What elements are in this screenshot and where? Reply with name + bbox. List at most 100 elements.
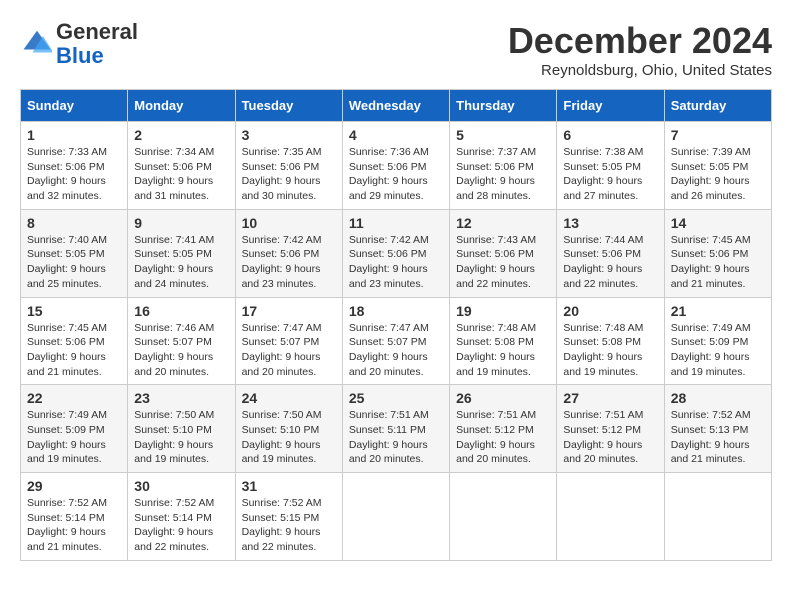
- weekday-header: Friday: [557, 90, 664, 122]
- day-number: 5: [456, 127, 550, 143]
- location: Reynoldsburg, Ohio, United States: [508, 62, 772, 79]
- day-info: Sunrise: 7:43 AMSunset: 5:06 PMDaylight:…: [456, 233, 550, 292]
- day-info: Sunrise: 7:49 AMSunset: 5:09 PMDaylight:…: [671, 321, 765, 380]
- day-number: 6: [563, 127, 657, 143]
- calendar-cell: 28 Sunrise: 7:52 AMSunset: 5:13 PMDayligh…: [664, 385, 771, 473]
- weekday-header: Monday: [128, 90, 235, 122]
- calendar-cell: 10 Sunrise: 7:42 AMSunset: 5:06 PMDayligh…: [235, 209, 342, 297]
- day-info: Sunrise: 7:45 AMSunset: 5:06 PMDaylight:…: [27, 321, 121, 380]
- calendar-cell: 6 Sunrise: 7:38 AMSunset: 5:05 PMDaylight…: [557, 122, 664, 210]
- day-info: Sunrise: 7:35 AMSunset: 5:06 PMDaylight:…: [242, 145, 336, 204]
- day-number: 31: [242, 478, 336, 494]
- day-number: 14: [671, 215, 765, 231]
- day-number: 7: [671, 127, 765, 143]
- day-number: 23: [134, 390, 228, 406]
- calendar-cell: [664, 473, 771, 561]
- day-number: 10: [242, 215, 336, 231]
- day-number: 20: [563, 303, 657, 319]
- calendar-table: SundayMondayTuesdayWednesdayThursdayFrid…: [20, 89, 772, 561]
- calendar-week-row: 8 Sunrise: 7:40 AMSunset: 5:05 PMDaylight…: [21, 209, 772, 297]
- calendar-week-row: 15 Sunrise: 7:45 AMSunset: 5:06 PMDayligh…: [21, 297, 772, 385]
- day-info: Sunrise: 7:39 AMSunset: 5:05 PMDaylight:…: [671, 145, 765, 204]
- day-info: Sunrise: 7:48 AMSunset: 5:08 PMDaylight:…: [563, 321, 657, 380]
- day-info: Sunrise: 7:47 AMSunset: 5:07 PMDaylight:…: [242, 321, 336, 380]
- day-info: Sunrise: 7:50 AMSunset: 5:10 PMDaylight:…: [134, 408, 228, 467]
- day-info: Sunrise: 7:46 AMSunset: 5:07 PMDaylight:…: [134, 321, 228, 380]
- day-info: Sunrise: 7:41 AMSunset: 5:05 PMDaylight:…: [134, 233, 228, 292]
- day-info: Sunrise: 7:50 AMSunset: 5:10 PMDaylight:…: [242, 408, 336, 467]
- weekday-header: Wednesday: [342, 90, 449, 122]
- day-number: 26: [456, 390, 550, 406]
- day-info: Sunrise: 7:51 AMSunset: 5:12 PMDaylight:…: [563, 408, 657, 467]
- calendar-cell: 22Sunrise: 7:49 AMSunset: 5:09 PMDayligh…: [21, 385, 128, 473]
- calendar-cell: 20 Sunrise: 7:48 AMSunset: 5:08 PMDayligh…: [557, 297, 664, 385]
- month-title: December 2024: [508, 20, 772, 62]
- calendar-cell: [557, 473, 664, 561]
- calendar-cell: 25Sunrise: 7:51 AMSunset: 5:11 PMDayligh…: [342, 385, 449, 473]
- calendar-cell: 23 Sunrise: 7:50 AMSunset: 5:10 PMDayligh…: [128, 385, 235, 473]
- calendar-cell: 26Sunrise: 7:51 AMSunset: 5:12 PMDayligh…: [450, 385, 557, 473]
- calendar-cell: 15 Sunrise: 7:45 AMSunset: 5:06 PMDayligh…: [21, 297, 128, 385]
- weekday-header: Thursday: [450, 90, 557, 122]
- day-info: Sunrise: 7:37 AMSunset: 5:06 PMDaylight:…: [456, 145, 550, 204]
- calendar-cell: [450, 473, 557, 561]
- calendar-cell: 31 Sunrise: 7:52 AMSunset: 5:15 PMDayligh…: [235, 473, 342, 561]
- calendar-cell: 19 Sunrise: 7:48 AMSunset: 5:08 PMDayligh…: [450, 297, 557, 385]
- day-info: Sunrise: 7:52 AMSunset: 5:13 PMDaylight:…: [671, 408, 765, 467]
- day-info: Sunrise: 7:42 AMSunset: 5:06 PMDaylight:…: [349, 233, 443, 292]
- day-info: Sunrise: 7:52 AMSunset: 5:14 PMDaylight:…: [134, 496, 228, 555]
- calendar-cell: 3 Sunrise: 7:35 AMSunset: 5:06 PMDaylight…: [235, 122, 342, 210]
- day-info: Sunrise: 7:34 AMSunset: 5:06 PMDaylight:…: [134, 145, 228, 204]
- calendar-cell: 27Sunrise: 7:51 AMSunset: 5:12 PMDayligh…: [557, 385, 664, 473]
- logo: General Blue: [20, 20, 138, 68]
- day-number: 3: [242, 127, 336, 143]
- weekday-header: Saturday: [664, 90, 771, 122]
- day-number: 24: [242, 390, 336, 406]
- day-number: 2: [134, 127, 228, 143]
- page-header: General Blue December 2024 Reynoldsburg,…: [20, 20, 772, 79]
- day-number: 28: [671, 390, 765, 406]
- calendar-cell: 11Sunrise: 7:42 AMSunset: 5:06 PMDayligh…: [342, 209, 449, 297]
- day-number: 19: [456, 303, 550, 319]
- calendar-cell: 24 Sunrise: 7:50 AMSunset: 5:10 PMDayligh…: [235, 385, 342, 473]
- logo-general-text: General: [56, 19, 138, 44]
- calendar-cell: 2 Sunrise: 7:34 AMSunset: 5:06 PMDaylight…: [128, 122, 235, 210]
- day-number: 8: [27, 215, 121, 231]
- day-info: Sunrise: 7:40 AMSunset: 5:05 PMDaylight:…: [27, 233, 121, 292]
- day-number: 30: [134, 478, 228, 494]
- weekday-header: Sunday: [21, 90, 128, 122]
- day-info: Sunrise: 7:51 AMSunset: 5:11 PMDaylight:…: [349, 408, 443, 467]
- day-number: 13: [563, 215, 657, 231]
- day-number: 15: [27, 303, 121, 319]
- day-number: 18: [349, 303, 443, 319]
- day-number: 1: [27, 127, 121, 143]
- day-number: 21: [671, 303, 765, 319]
- day-info: Sunrise: 7:47 AMSunset: 5:07 PMDaylight:…: [349, 321, 443, 380]
- day-info: Sunrise: 7:48 AMSunset: 5:08 PMDaylight:…: [456, 321, 550, 380]
- day-number: 16: [134, 303, 228, 319]
- logo-blue-text: Blue: [56, 43, 104, 68]
- title-block: December 2024 Reynoldsburg, Ohio, United…: [508, 20, 772, 79]
- calendar-cell: 30 Sunrise: 7:52 AMSunset: 5:14 PMDayligh…: [128, 473, 235, 561]
- calendar-header-row: SundayMondayTuesdayWednesdayThursdayFrid…: [21, 90, 772, 122]
- calendar-cell: 7 Sunrise: 7:39 AMSunset: 5:05 PMDaylight…: [664, 122, 771, 210]
- day-info: Sunrise: 7:33 AMSunset: 5:06 PMDaylight:…: [27, 145, 121, 204]
- calendar-cell: 5 Sunrise: 7:37 AMSunset: 5:06 PMDaylight…: [450, 122, 557, 210]
- calendar-cell: 1 Sunrise: 7:33 AMSunset: 5:06 PMDaylight…: [21, 122, 128, 210]
- day-number: 17: [242, 303, 336, 319]
- calendar-week-row: 1 Sunrise: 7:33 AMSunset: 5:06 PMDaylight…: [21, 122, 772, 210]
- day-info: Sunrise: 7:42 AMSunset: 5:06 PMDaylight:…: [242, 233, 336, 292]
- calendar-cell: 12Sunrise: 7:43 AMSunset: 5:06 PMDayligh…: [450, 209, 557, 297]
- calendar-cell: 14Sunrise: 7:45 AMSunset: 5:06 PMDayligh…: [664, 209, 771, 297]
- calendar-cell: [342, 473, 449, 561]
- day-info: Sunrise: 7:36 AMSunset: 5:06 PMDaylight:…: [349, 145, 443, 204]
- weekday-header: Tuesday: [235, 90, 342, 122]
- calendar-cell: 16 Sunrise: 7:46 AMSunset: 5:07 PMDayligh…: [128, 297, 235, 385]
- day-info: Sunrise: 7:49 AMSunset: 5:09 PMDaylight:…: [27, 408, 121, 467]
- calendar-cell: 9Sunrise: 7:41 AMSunset: 5:05 PMDaylight…: [128, 209, 235, 297]
- day-info: Sunrise: 7:52 AMSunset: 5:15 PMDaylight:…: [242, 496, 336, 555]
- calendar-cell: 4Sunrise: 7:36 AMSunset: 5:06 PMDaylight…: [342, 122, 449, 210]
- day-info: Sunrise: 7:38 AMSunset: 5:05 PMDaylight:…: [563, 145, 657, 204]
- day-info: Sunrise: 7:52 AMSunset: 5:14 PMDaylight:…: [27, 496, 121, 555]
- calendar-cell: 17 Sunrise: 7:47 AMSunset: 5:07 PMDayligh…: [235, 297, 342, 385]
